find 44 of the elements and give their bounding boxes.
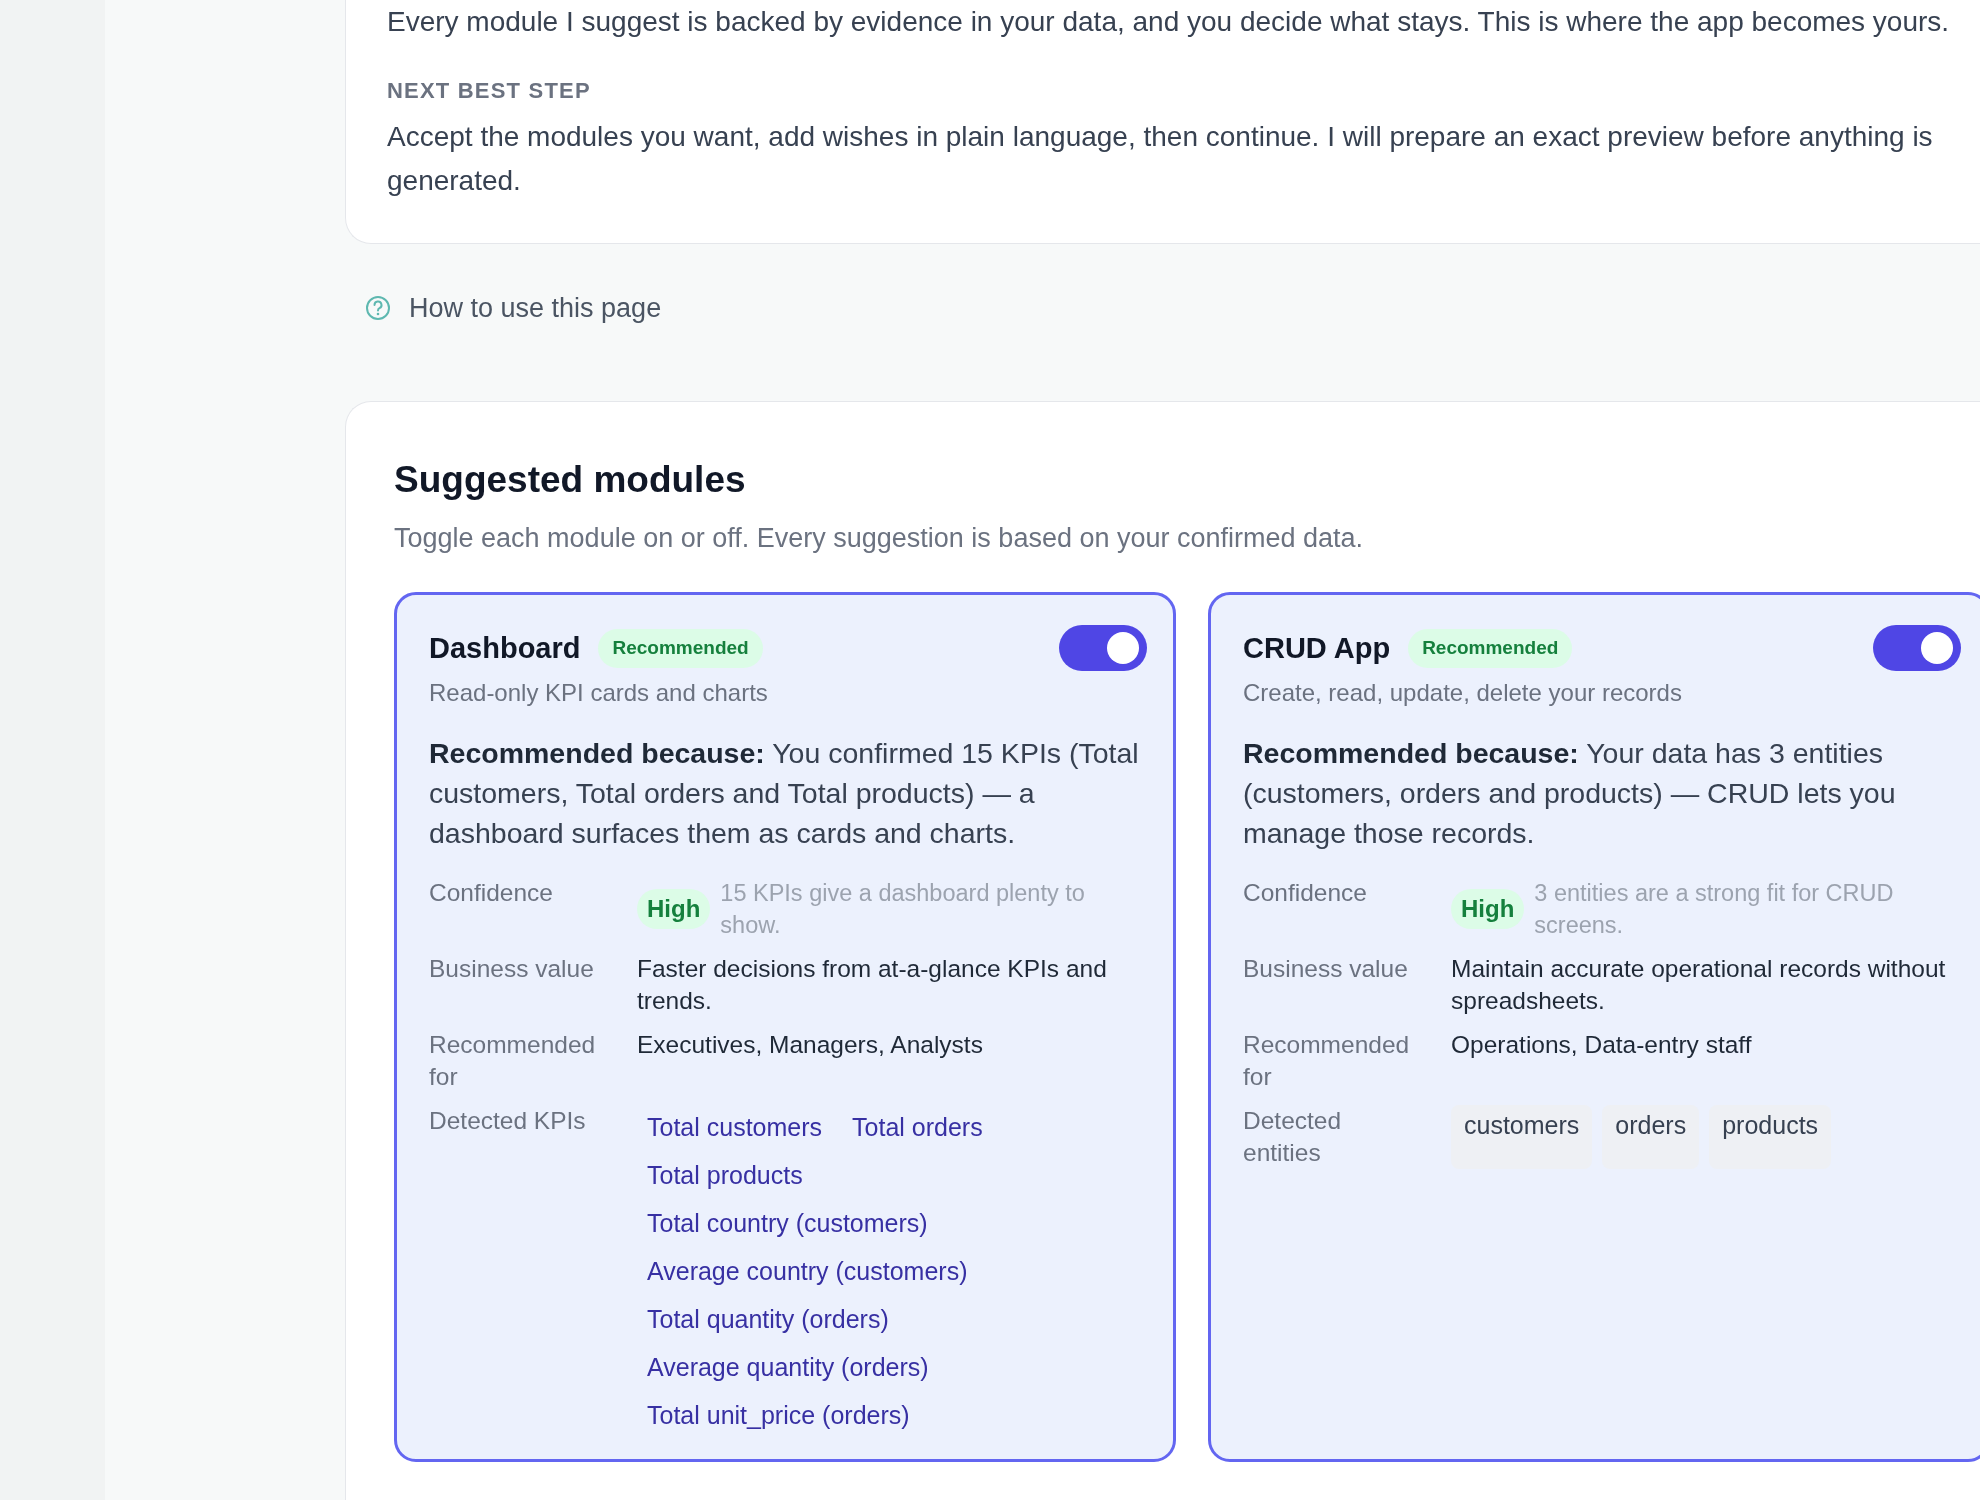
- recommended-badge: Recommended: [1408, 629, 1573, 668]
- section-label: NEXT BEST STEP: [387, 77, 592, 105]
- field-label: Business value: [1243, 954, 1409, 985]
- confidence-badge: High: [1451, 889, 1525, 930]
- kpi-link[interactable]: Total unit_price (orders): [647, 1397, 1077, 1434]
- module-description: Create, read, update, delete your records: [1243, 678, 1683, 709]
- field-label: Detected entities: [1243, 1106, 1343, 1169]
- kpi-link[interactable]: Total customers: [647, 1109, 823, 1146]
- field-value: Executives, Managers, Analysts: [637, 1030, 984, 1061]
- confidence-badge: High: [637, 889, 711, 930]
- toggle-switch[interactable]: [1059, 625, 1147, 672]
- entity-tag: products: [1709, 1105, 1832, 1170]
- kpi-link[interactable]: Total country (customers): [647, 1205, 1077, 1242]
- field-label: Recommended for: [429, 1030, 597, 1093]
- intro-paragraph: Every module I suggest is backed by evidence in your data, and you decide what stays. This is where the app becomes yours.: [387, 5, 1951, 39]
- recommendation-text: Recommended because: You confirmed 15 KPIs (Total customers, Total orders and Total products) — a dashboard surfaces them as cards and charts.: [429, 736, 1140, 852]
- help-icon: [365, 295, 391, 322]
- entity-tag: orders: [1602, 1105, 1700, 1170]
- section-subtitle: Toggle each module on or off. Every suggestion is based on your confirmed data.: [394, 521, 1365, 555]
- field-label: Confidence: [1243, 878, 1368, 909]
- confidence-note: 3 entities are a strong fit for CRUD screens.: [1534, 879, 1895, 941]
- kpi-link[interactable]: Average quantity (orders): [647, 1349, 1077, 1386]
- recommended-badge: Recommended: [598, 629, 763, 668]
- kpi-link[interactable]: Average country (customers): [647, 1253, 1077, 1290]
- field-value: Faster decisions from at-a-glance KPIs and trends.: [637, 954, 1108, 1017]
- field-label: Recommended for: [1243, 1030, 1411, 1093]
- kpi-link[interactable]: Total products: [647, 1157, 1077, 1194]
- field-value: Operations, Data-entry staff: [1451, 1030, 1753, 1061]
- field-label: Detected KPIs: [429, 1106, 587, 1137]
- field-label: Business value: [429, 954, 595, 985]
- kpi-link[interactable]: Total orders: [852, 1109, 983, 1146]
- section-title: Suggested modules: [394, 457, 747, 502]
- help-link[interactable]: How to use this page: [409, 288, 662, 329]
- recommendation-text: Recommended because: Your data has 3 entities (customers, orders and products) — CRUD lets you manage those records.: [1243, 736, 1897, 852]
- toggle-switch[interactable]: [1873, 625, 1961, 672]
- field-label: Confidence: [429, 878, 554, 909]
- entity-tag: customers: [1451, 1105, 1593, 1170]
- module-description: Read-only KPI cards and charts: [429, 678, 769, 709]
- field-value: Maintain accurate operational records without spreadsheets.: [1451, 954, 1947, 1017]
- confidence-note: 15 KPIs give a dashboard plenty to show.: [720, 879, 1086, 941]
- module-title: CRUD App: [1243, 630, 1391, 666]
- module-title: Dashboard: [429, 630, 581, 666]
- kpi-link[interactable]: Total quantity (orders): [647, 1301, 1077, 1338]
- next-step-text: Accept the modules you want, add wishes in plain language, then continue. I will prepare an exact preview before anything is generated.: [387, 120, 1934, 198]
